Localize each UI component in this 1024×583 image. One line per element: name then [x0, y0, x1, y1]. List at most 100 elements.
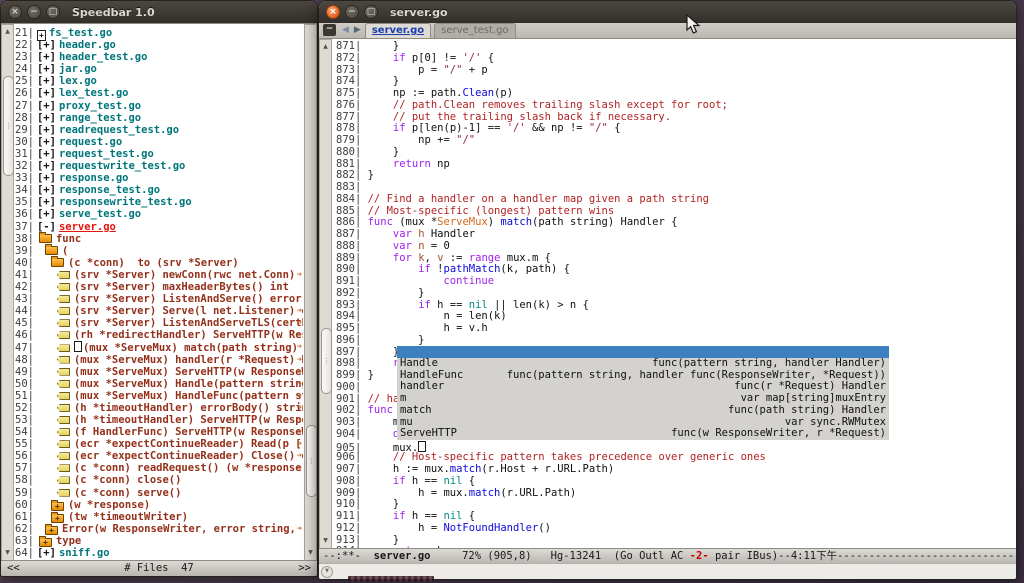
overflow-arrow-icon[interactable]: ➔	[297, 378, 302, 390]
plusbox-icon[interactable]: [+]	[37, 75, 56, 87]
speedbar-item[interactable]: 33|[+]response.go	[15, 172, 303, 184]
speedbar-left-scrollbar[interactable]: ▲ ▼	[1, 24, 14, 561]
popup-item[interactable]: mvar map[string]muxEntry	[397, 393, 889, 405]
speedbar-item[interactable]: 25|[+]lex.go	[15, 75, 303, 87]
speedbar-item[interactable]: 45|(srv *Server) ListenAndServeTLS(certF…	[15, 317, 303, 329]
code-line[interactable]: 881| return np	[336, 159, 1016, 171]
folder-plus-icon[interactable]: +	[51, 514, 64, 523]
speedbar-item[interactable]: 38|func	[15, 233, 303, 245]
tag-icon[interactable]	[57, 404, 70, 412]
plusbox-icon[interactable]: [+]	[37, 51, 56, 63]
folder-plus-icon[interactable]: +	[39, 538, 52, 547]
scroll-down-icon[interactable]: ▼	[2, 548, 13, 558]
plusbox-icon[interactable]: [+]	[37, 63, 56, 75]
speedbar-item[interactable]: 35|[+]responsewrite_test.go	[15, 196, 303, 208]
overflow-arrow-icon[interactable]: ➔	[297, 269, 302, 281]
plusbox-icon[interactable]: [+]	[37, 136, 56, 148]
overflow-arrow-icon[interactable]: ➔	[297, 317, 302, 329]
speedbar-item[interactable]: 23|[+]header_test.go	[15, 51, 303, 63]
scroll-up-icon[interactable]: ▲	[320, 42, 331, 52]
minusbox-icon[interactable]: [-]	[37, 221, 56, 233]
tabbar-minus-button[interactable]: −	[323, 24, 336, 36]
speedbar-item[interactable]: 27|[+]proxy_test.go	[15, 100, 303, 112]
overflow-arrow-icon[interactable]: ➔	[297, 402, 302, 414]
scrollbar-thumb[interactable]	[3, 76, 14, 176]
plusbox-icon[interactable]: [+]	[37, 160, 56, 172]
speedbar-item[interactable]: 37|[-]server.go	[15, 221, 303, 233]
overflow-arrow-icon[interactable]: ➔	[297, 462, 302, 474]
speedbar-item[interactable]: 40|(c *conn) to (srv *Server)	[15, 257, 303, 269]
code-line[interactable]: 912| h = NotFoundHandler()	[336, 523, 1016, 535]
speedbar-item[interactable]: 44|(srv *Server) Serve(l net.Listener) e…	[15, 305, 303, 317]
tag-icon[interactable]	[57, 307, 70, 315]
popup-item[interactable]: ServeHTTPfunc(w ResponseWriter, r *Reque…	[397, 428, 889, 440]
speedbar-item[interactable]: 34|[+]response_test.go	[15, 184, 303, 196]
speedbar-item[interactable]: 32|[+]requestwrite_test.go	[15, 160, 303, 172]
scroll-up-icon[interactable]: ▲	[2, 27, 13, 37]
overflow-arrow-icon[interactable]: ➔	[297, 354, 302, 366]
speedbar-page-back[interactable]: <<	[7, 561, 20, 576]
overflow-arrow-icon[interactable]: ➔	[297, 341, 302, 353]
speedbar-right-scrollbar[interactable]: ▼	[304, 24, 317, 561]
code-line[interactable]: 882| }	[336, 170, 1016, 182]
tag-icon[interactable]	[57, 271, 70, 279]
tag-icon[interactable]	[57, 489, 70, 497]
scrollbar-thumb[interactable]	[321, 328, 332, 394]
speedbar-item[interactable]: 24|[+]jar.go	[15, 63, 303, 75]
plusbox-icon[interactable]: [+]	[37, 87, 56, 99]
speedbar-item[interactable]: 62|+Error(w ResponseWriter, error string…	[15, 523, 303, 535]
speedbar-item[interactable]: 41|(srv *Server) newConn(rwc net.Conn) (…	[15, 269, 303, 281]
tag-icon[interactable]	[57, 464, 70, 472]
tab-scroll-left-icon[interactable]: ◀	[342, 23, 349, 37]
tag-icon[interactable]	[57, 319, 70, 327]
popup-selected-row[interactable]	[397, 346, 889, 358]
speedbar-item[interactable]: 39|(	[15, 245, 303, 257]
speedbar-item[interactable]: 28|[+]range_test.go	[15, 112, 303, 124]
tag-icon[interactable]	[57, 476, 70, 484]
speedbar-item[interactable]: 43|(srv *Server) ListenAndServe() error	[15, 293, 303, 305]
maximize-icon[interactable]: □	[46, 5, 60, 19]
overflow-arrow-icon[interactable]: ➔	[297, 329, 302, 341]
editor-left-scrollbar[interactable]: ▲ ▼	[319, 39, 332, 549]
plusbox-icon[interactable]: [+]	[37, 547, 56, 559]
folder-icon[interactable]	[45, 246, 58, 255]
speedbar-item[interactable]: 52|(h *timeoutHandler) errorBody() strin…	[15, 402, 303, 414]
speedbar-item[interactable]: 21|+fs_test.go	[15, 27, 303, 39]
code-line[interactable]: 891| continue	[336, 276, 1016, 288]
tag-icon[interactable]	[57, 416, 70, 424]
speedbar-item[interactable]: 58|(c *conn) close()	[15, 474, 303, 486]
speedbar-item[interactable]: 36|[+]serve_test.go	[15, 208, 303, 220]
speedbar-titlebar[interactable]: × − □ Speedbar 1.0	[1, 1, 317, 24]
speedbar-item[interactable]: 54|(f HandlerFunc) ServeHTTP(w ResponseW…	[15, 426, 303, 438]
close-icon[interactable]: ×	[8, 5, 22, 19]
plusbox-icon[interactable]: [+]	[37, 124, 56, 136]
scroll-down-icon[interactable]: ▼	[320, 536, 331, 546]
code-line[interactable]: 896| }	[336, 335, 1016, 347]
tag-icon[interactable]	[57, 368, 70, 376]
speedbar-item[interactable]: 51|(mux *ServeMux) HandleFunc(pattern st…	[15, 390, 303, 402]
speedbar-item[interactable]: 63|+type	[15, 535, 303, 547]
tag-icon[interactable]	[57, 295, 70, 303]
tag-icon[interactable]	[57, 452, 70, 460]
overflow-arrow-icon[interactable]: ➔	[297, 523, 302, 535]
overflow-arrow-icon[interactable]: ➔	[297, 450, 302, 462]
overflow-arrow-icon[interactable]: ➔	[297, 426, 302, 438]
speedbar-page-forward[interactable]: >>	[298, 561, 311, 576]
tab-server-go[interactable]: server.go	[365, 23, 431, 38]
speedbar-item[interactable]: 48|(mux *ServeMux) handler(r *Request) H…	[15, 354, 303, 366]
speedbar-item[interactable]: 29|[+]readrequest_test.go	[15, 124, 303, 136]
folder-icon[interactable]	[39, 234, 52, 243]
overflow-arrow-icon[interactable]: ➔	[297, 390, 302, 402]
tag-icon[interactable]	[57, 380, 70, 388]
folder-icon[interactable]	[51, 258, 64, 267]
tag-icon[interactable]	[57, 428, 70, 436]
speedbar-item[interactable]: 53|(h *timeoutHandler) ServeHTTP(w Respo…	[15, 414, 303, 426]
speedbar-item[interactable]: 46|(rh *redirectHandler) ServeHTTP(w Res…	[15, 329, 303, 341]
tag-icon[interactable]	[57, 356, 70, 364]
minimize-icon[interactable]: −	[27, 5, 41, 19]
speedbar-item[interactable]: 59|(c *conn) serve()	[15, 487, 303, 499]
editor-titlebar[interactable]: × − □ server.go	[319, 1, 1016, 24]
tag-icon[interactable]	[57, 392, 70, 400]
speedbar-item[interactable]: 31|[+]request_test.go	[15, 148, 303, 160]
speedbar-item[interactable]: 30|[+]request.go	[15, 136, 303, 148]
